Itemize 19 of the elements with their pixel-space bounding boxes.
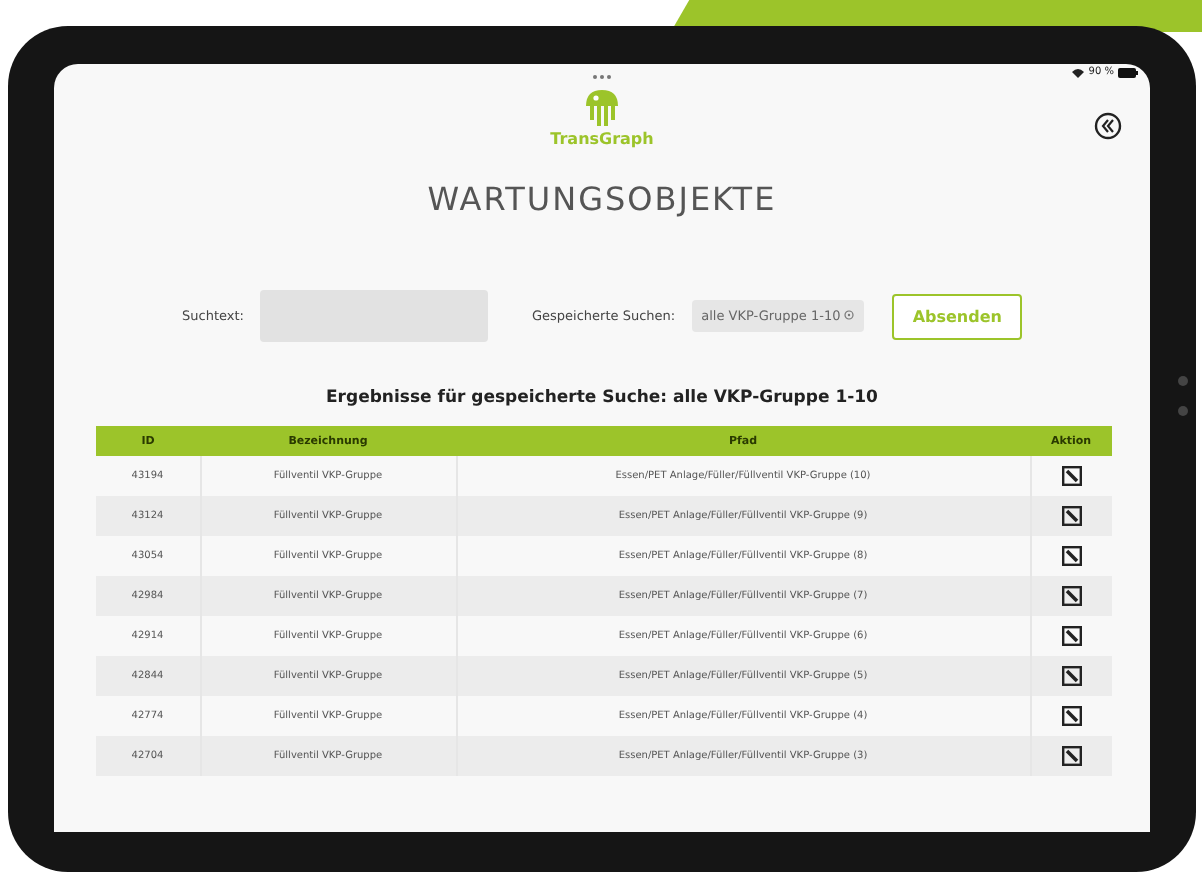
edit-icon[interactable] [1061,466,1082,486]
edit-icon[interactable] [1061,626,1082,646]
edit-icon[interactable] [1061,506,1082,526]
jellyfish-logo-icon [584,88,620,128]
camera-dot [1178,406,1188,416]
back-button[interactable] [1094,112,1122,140]
battery-icon [1118,67,1138,77]
edit-icon[interactable] [1061,746,1082,766]
camera-dot [1178,376,1188,386]
clear-icon[interactable] [844,310,855,320]
page-title: WARTUNGSOBJEKTE [427,180,777,218]
edit-icon[interactable] [1061,546,1082,566]
results-heading: Ergebnisse für gespeicherte Suche: alle VKP-Gruppe 1-10 [324,388,880,408]
edit-icon[interactable] [1061,706,1082,726]
logo-text: TransGraph [550,130,654,148]
edit-icon[interactable] [1061,666,1082,686]
wifi-icon [1072,67,1085,77]
edit-icon[interactable] [1061,586,1082,606]
multitask-dots-icon [592,73,612,79]
